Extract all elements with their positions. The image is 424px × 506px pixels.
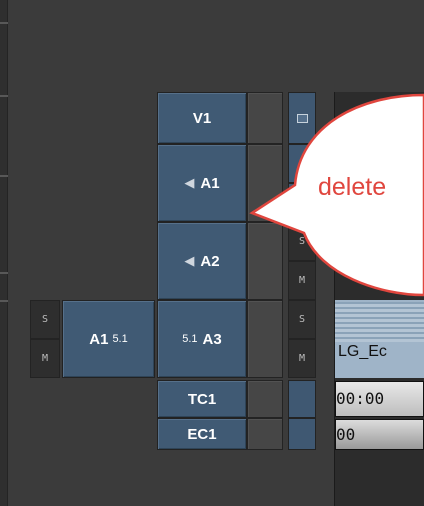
monitor-cell-tc1[interactable] <box>288 380 316 418</box>
speaker-icon: ◀ <box>184 253 195 268</box>
left-edge-strip <box>0 0 8 506</box>
track-ec1-label: EC1 <box>187 425 217 443</box>
speaker-icon: ◀ <box>184 175 195 190</box>
source-track-a1-label: A1 <box>89 330 109 348</box>
edgecode-value: 00 <box>336 425 356 444</box>
mute-label: M <box>298 353 306 364</box>
mute-button-a3[interactable]: M <box>288 339 316 378</box>
lock-cell-a3[interactable] <box>247 300 283 378</box>
track-a3-format: 5.1 <box>182 333 198 345</box>
timecode-value: 00:00 <box>336 389 385 408</box>
timecode-track: 00:00 <box>335 381 424 417</box>
track-a1-label: A1 <box>200 174 220 192</box>
solo-label: S <box>41 314 49 325</box>
monitor-cell-ec1[interactable] <box>288 418 316 450</box>
strip-tick <box>0 22 8 24</box>
track-tc1-label: TC1 <box>187 390 217 408</box>
audio-waveform <box>335 302 424 342</box>
strip-tick <box>0 272 8 274</box>
track-ec1[interactable]: EC1 <box>157 418 247 450</box>
strip-tick <box>0 95 8 97</box>
source-mute-button[interactable]: M <box>30 339 60 378</box>
track-v1-label: V1 <box>192 109 212 127</box>
track-a3[interactable]: 5.1 A3 <box>157 300 247 378</box>
track-tc1[interactable]: TC1 <box>157 380 247 418</box>
source-track-a1-format: 5.1 <box>112 333 128 345</box>
solo-button-a3[interactable]: S <box>288 300 316 339</box>
clip-name: LG_Ec <box>338 343 387 360</box>
mute-label: M <box>41 353 49 364</box>
strip-tick <box>0 175 8 177</box>
callout-text: delete <box>318 173 387 201</box>
strip-tick <box>0 300 8 302</box>
lock-cell-tc1[interactable] <box>247 380 283 418</box>
track-a2-label: A2 <box>200 252 220 270</box>
solo-label: S <box>298 314 306 325</box>
source-track-a1[interactable]: A1 5.1 <box>62 300 155 378</box>
track-a1[interactable]: ◀ A1 <box>157 144 247 222</box>
track-v1[interactable]: V1 <box>157 92 247 144</box>
track-a3-label: A3 <box>202 330 222 348</box>
source-solo-button[interactable]: S <box>30 300 60 339</box>
edgecode-track: 00 <box>335 419 424 450</box>
lock-cell-ec1[interactable] <box>247 418 283 450</box>
track-a2[interactable]: ◀ A2 <box>157 222 247 300</box>
